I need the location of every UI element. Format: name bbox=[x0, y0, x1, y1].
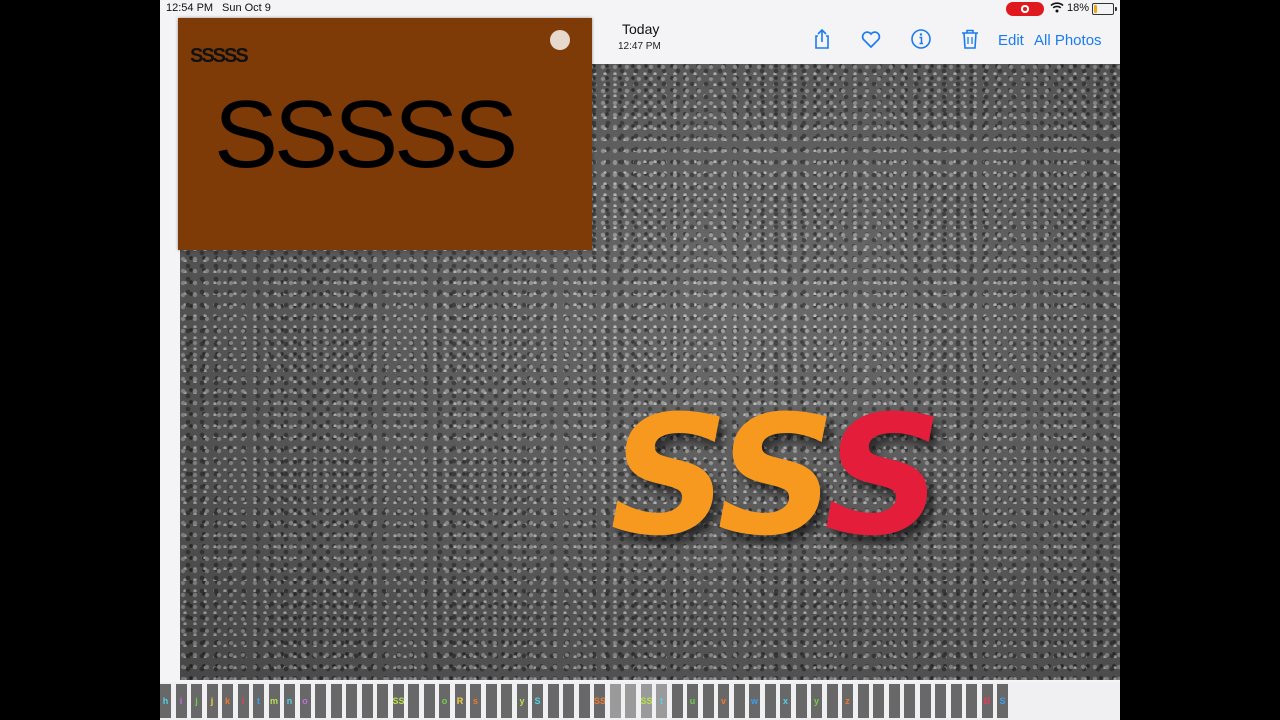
filmstrip-thumbnail[interactable]: s bbox=[470, 684, 481, 718]
filmstrip-thumbnail[interactable]: m bbox=[268, 684, 280, 718]
filmstrip-thumbnail[interactable]: t bbox=[253, 684, 264, 718]
filmstrip-thumbnail[interactable]: S bbox=[532, 684, 543, 718]
filmstrip-thumbnail[interactable] bbox=[795, 684, 807, 718]
filmstrip-thumbnail[interactable] bbox=[408, 684, 419, 718]
filmstrip-thumbnail[interactable] bbox=[330, 684, 342, 718]
filmstrip-thumbnail[interactable] bbox=[625, 684, 636, 718]
wifi-icon bbox=[1050, 2, 1064, 13]
filmstrip-thumbnail[interactable] bbox=[935, 684, 946, 718]
filmstrip-thumbnail[interactable]: j bbox=[191, 684, 202, 718]
filmstrip-thumbnail[interactable]: n bbox=[284, 684, 295, 718]
filmstrip-thumbnail[interactable] bbox=[423, 684, 435, 718]
battery-fill bbox=[1094, 5, 1098, 13]
filmstrip-thumbnail[interactable] bbox=[671, 684, 683, 718]
filmstrip-thumbnail[interactable]: u bbox=[687, 684, 698, 718]
filmstrip-thumbnail[interactable] bbox=[315, 684, 326, 718]
filmstrip-thumbnail[interactable]: y bbox=[516, 684, 528, 718]
filmstrip-thumbnail[interactable] bbox=[702, 684, 714, 718]
filmstrip-thumbnail[interactable]: z bbox=[842, 684, 853, 718]
filmstrip-thumbnail[interactable] bbox=[578, 684, 590, 718]
filmstrip-thumbnail[interactable]: R bbox=[454, 684, 466, 718]
filmstrip-thumbnail[interactable] bbox=[904, 684, 915, 718]
status-bar: 12:54 PM Sun Oct 9 18% bbox=[160, 0, 1120, 18]
photo-time: 12:47 PM bbox=[618, 41, 661, 52]
channel-logo-icon bbox=[550, 30, 570, 50]
foam-letter: S bbox=[716, 380, 830, 572]
trash-icon[interactable] bbox=[958, 27, 982, 51]
battery-icon bbox=[1092, 3, 1117, 15]
filmstrip-thumbnail[interactable] bbox=[501, 684, 512, 718]
filmstrip-thumbnail[interactable]: v bbox=[718, 684, 729, 718]
filmstrip-thumbnail[interactable] bbox=[547, 684, 559, 718]
ipad-screen: 12:54 PM Sun Oct 9 18% Today 12:47 PM Ed… bbox=[160, 0, 1120, 720]
filmstrip-thumbnail[interactable] bbox=[377, 684, 388, 718]
filmstrip-thumbnail[interactable]: l bbox=[237, 684, 249, 718]
screen-recording-icon[interactable] bbox=[1006, 2, 1044, 16]
filmstrip-thumbnail[interactable] bbox=[950, 684, 962, 718]
battery-percent: 18% bbox=[1067, 2, 1090, 14]
photo-filmstrip[interactable]: h i j j k l t m n o SS o Rs y S SS SS t u v w x y z B S bbox=[160, 682, 1120, 720]
filmstrip-thumbnail[interactable] bbox=[563, 684, 574, 718]
filmstrip-thumbnail[interactable] bbox=[764, 684, 776, 718]
foam-letters: SSS bbox=[610, 394, 943, 559]
photo-date-title: Today bbox=[622, 21, 660, 37]
filmstrip-thumbnail[interactable]: y bbox=[811, 684, 822, 718]
filmstrip-thumbnail[interactable]: t bbox=[656, 684, 667, 718]
filmstrip-thumbnail[interactable]: SS bbox=[640, 684, 652, 718]
filmstrip-thumbnail[interactable]: B bbox=[981, 684, 993, 718]
heart-icon[interactable] bbox=[859, 27, 883, 51]
filmstrip-thumbnail[interactable]: j bbox=[206, 684, 218, 718]
filmstrip-thumbnail[interactable] bbox=[857, 684, 869, 718]
all-photos-button[interactable]: All Photos bbox=[1034, 32, 1102, 49]
filmstrip-thumbnail[interactable]: x bbox=[780, 684, 791, 718]
filmstrip-thumbnail[interactable]: SS bbox=[594, 684, 605, 718]
filmstrip-thumbnail[interactable] bbox=[966, 684, 977, 718]
filmstrip-thumbnail[interactable] bbox=[485, 684, 497, 718]
filmstrip-thumbnail[interactable]: k bbox=[222, 684, 233, 718]
edit-button[interactable]: Edit bbox=[998, 32, 1024, 49]
filmstrip-thumbnail[interactable] bbox=[733, 684, 745, 718]
foam-letter: S bbox=[823, 380, 943, 572]
filmstrip-thumbnail[interactable]: i bbox=[175, 684, 187, 718]
info-icon[interactable] bbox=[909, 27, 933, 51]
status-time: 12:54 PM bbox=[166, 2, 214, 14]
filmstrip-thumbnail[interactable] bbox=[609, 684, 621, 718]
filmstrip-thumbnail[interactable]: S bbox=[997, 684, 1008, 718]
share-icon[interactable] bbox=[810, 27, 834, 51]
filmstrip-thumbnail[interactable]: o bbox=[439, 684, 450, 718]
filmstrip-thumbnail[interactable] bbox=[873, 684, 884, 718]
filmstrip-thumbnail[interactable] bbox=[888, 684, 900, 718]
filmstrip-thumbnail[interactable] bbox=[826, 684, 838, 718]
picture-in-picture-video[interactable]: SSSSS SSSSS bbox=[178, 18, 592, 250]
filmstrip-thumbnail[interactable]: w bbox=[749, 684, 760, 718]
filmstrip-thumbnail[interactable]: o bbox=[299, 684, 311, 718]
pip-small-text: SSSSS bbox=[190, 45, 249, 67]
filmstrip-thumbnail[interactable]: h bbox=[160, 684, 171, 718]
filmstrip-thumbnail[interactable] bbox=[919, 684, 931, 718]
pip-large-text: SSSSS bbox=[214, 81, 518, 188]
status-date: Sun Oct 9 bbox=[222, 2, 271, 14]
filmstrip-thumbnail[interactable] bbox=[346, 684, 357, 718]
filmstrip-thumbnail[interactable]: SS bbox=[392, 684, 404, 718]
foam-letter: S bbox=[610, 380, 723, 572]
filmstrip-thumbnail[interactable] bbox=[361, 684, 373, 718]
